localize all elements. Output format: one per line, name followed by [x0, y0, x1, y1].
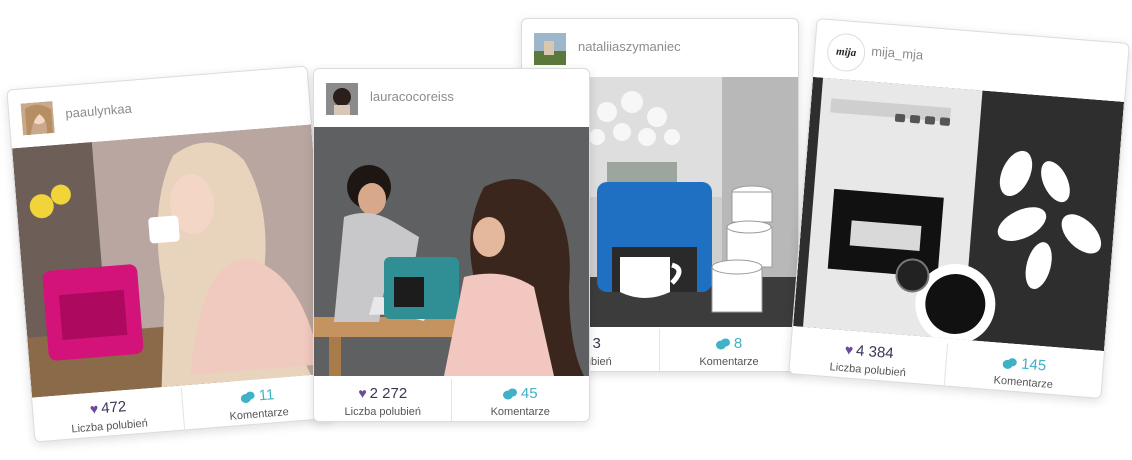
- post-photo[interactable]: [12, 124, 332, 398]
- likes-stat[interactable]: ♥ 4 384 Liczba polubień: [789, 331, 948, 385]
- avatar[interactable]: [20, 101, 55, 136]
- post-card-mija-mja[interactable]: mija mija_mja ♥ 4 384 Liczba polubień 145…: [788, 17, 1130, 400]
- post-card-paaulynkaa[interactable]: paaulynkaa ♥ 472 Liczba polubień 11 Komen…: [6, 65, 336, 443]
- brand-logo[interactable]: mija: [825, 31, 867, 73]
- username[interactable]: mija_mja: [871, 43, 924, 62]
- username[interactable]: lauracocoreiss: [370, 89, 454, 104]
- post-stats: ♥ 2 272 Liczba polubień 45 Komentarze: [314, 379, 589, 421]
- heart-icon: ♥: [358, 385, 367, 401]
- heart-icon: ♥: [89, 400, 99, 417]
- likes-stat[interactable]: ♥ 2 272 Liczba polubień: [314, 379, 452, 421]
- post-header: lauracocoreiss: [314, 69, 589, 127]
- post-card-lauracocoreiss[interactable]: lauracocoreiss ♥ 2 272 Liczba polubień 45…: [313, 68, 590, 422]
- username[interactable]: paaulynkaa: [65, 101, 132, 121]
- comment-bubble-icon: [502, 388, 517, 400]
- post-photo[interactable]: [793, 76, 1125, 352]
- comment-bubble-icon: [241, 391, 255, 403]
- avatar[interactable]: [534, 33, 566, 65]
- comment-bubble-icon: [1003, 358, 1018, 369]
- username[interactable]: nataliiaszymaniec: [578, 39, 681, 54]
- comment-bubble-icon: [715, 338, 730, 350]
- heart-icon: ♥: [844, 341, 854, 358]
- comments-stat[interactable]: 8 Komentarze: [659, 329, 798, 371]
- avatar[interactable]: [326, 83, 358, 115]
- post-photo[interactable]: [314, 127, 589, 376]
- comments-stat[interactable]: 145 Komentarze: [943, 343, 1104, 398]
- comments-stat[interactable]: 45 Komentarze: [450, 379, 590, 421]
